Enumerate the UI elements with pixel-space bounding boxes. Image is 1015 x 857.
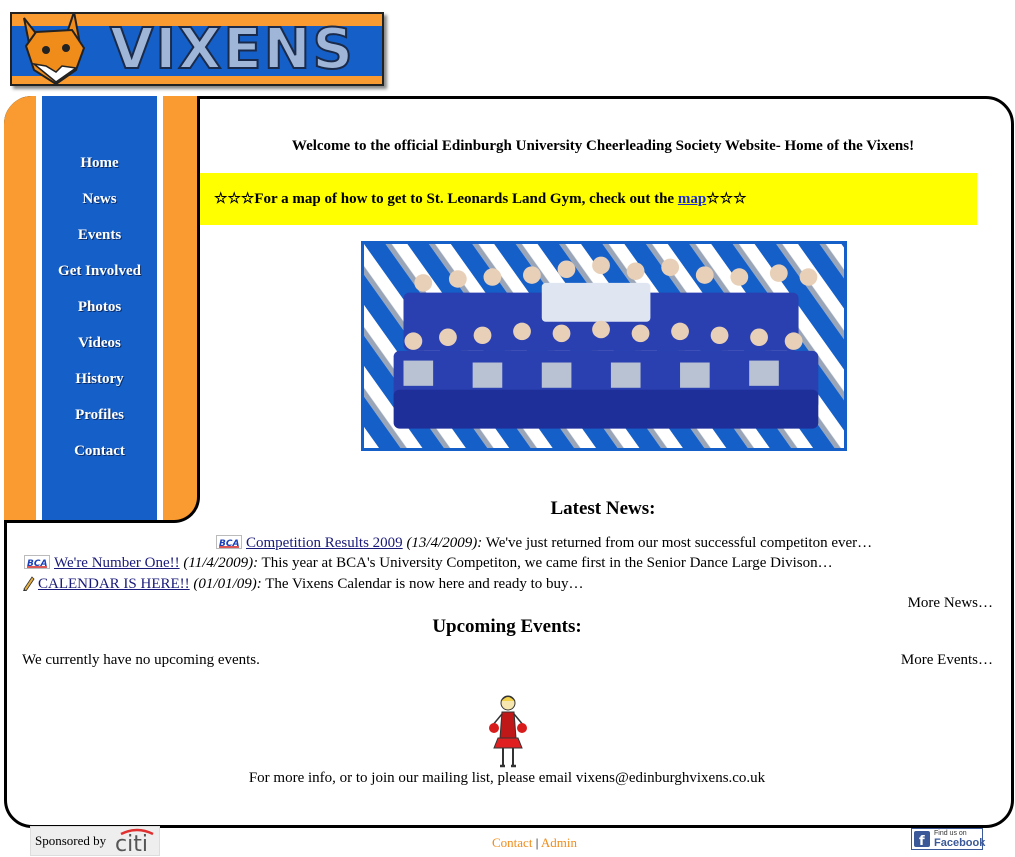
citi-logo-icon: citi [115,828,154,854]
sidebar: Home News Events Get Involved Photos Vid… [4,96,200,523]
news-date: (01/01/09): [193,576,262,592]
news-summary: We've just returned from our most succes… [482,535,873,551]
team-photo [361,241,847,451]
more-news-link[interactable]: More News… [908,595,993,612]
news-summary: The Vixens Calendar is now here and read… [261,576,584,592]
facebook-icon: f [914,831,930,847]
latest-news-heading: Latest News: [550,498,656,519]
vixens-wordmark: VIXENS [109,16,355,78]
site-banner[interactable]: VIXENS [10,12,384,86]
footer-links: Contact | Admin [492,835,577,851]
svg-text:f: f [919,834,925,847]
map-notice-suffix: ☆☆☆ [706,191,747,207]
nav-news[interactable]: News [42,188,157,224]
news-link[interactable]: CALENDAR IS HERE!! [38,576,190,592]
news-link[interactable]: We're Number One!! [54,555,180,571]
nav-history[interactable]: History [42,368,157,404]
news-link[interactable]: Competition Results 2009 [246,535,403,551]
news-item: BCA We're Number One!! (11/4/2009): This… [24,555,833,572]
facebook-badge[interactable]: f Find us on Facebook [911,828,986,850]
nav-get-involved[interactable]: Get Involved [42,260,157,296]
nav-photos[interactable]: Photos [42,296,157,332]
svg-text:citi: citi [115,832,148,854]
nav-videos[interactable]: Videos [42,332,157,368]
svg-text:VIXENS: VIXENS [110,17,355,78]
sponsored-by-label: Sponsored by [35,833,107,848]
footer-contact-link[interactable]: Contact [492,835,532,850]
no-events-message: We currently have no upcoming events. [22,652,260,668]
mailing-list-message: For more info, or to join our mailing li… [248,770,766,786]
news-summary: This year at BCA's University Competiton… [258,555,833,571]
footer-separator: | [535,835,539,850]
news-item: CALENDAR IS HERE!! (01/01/09): The Vixen… [22,575,584,593]
nav-contact[interactable]: Contact [42,440,157,476]
bca-badge-icon: BCA [24,555,50,569]
sponsor-box[interactable]: Sponsored by citi [30,826,160,856]
fox-logo-icon [23,14,86,84]
upcoming-events-heading: Upcoming Events: [432,616,582,637]
bca-badge-icon: BCA [216,535,242,549]
footer-admin-link[interactable]: Admin [541,835,577,850]
facebook-label: Facebook [934,837,986,849]
nav-events[interactable]: Events [42,224,157,260]
sidebar-divider [157,96,163,520]
nav-profiles[interactable]: Profiles [42,404,157,440]
cheerleader-icon [489,695,527,768]
more-events-link[interactable]: More Events… [901,652,993,669]
facebook-find-us: Find us on [934,830,967,837]
news-item: BCA Competition Results 2009 (13/4/2009)… [216,535,872,552]
map-link[interactable]: map [678,191,706,207]
map-notice: ☆☆☆For a map of how to get to St. Leonar… [200,173,977,225]
news-date: (13/4/2009): [406,535,483,551]
pencil-icon [23,576,35,591]
nav-home[interactable]: Home [42,152,157,188]
map-notice-prefix: ☆☆☆For a map of how to get to St. Leonar… [214,191,678,207]
main-nav: Home News Events Get Involved Photos Vid… [42,152,157,476]
welcome-heading: Welcome to the official Edinburgh Univer… [291,138,915,154]
news-date: (11/4/2009): [183,555,259,571]
